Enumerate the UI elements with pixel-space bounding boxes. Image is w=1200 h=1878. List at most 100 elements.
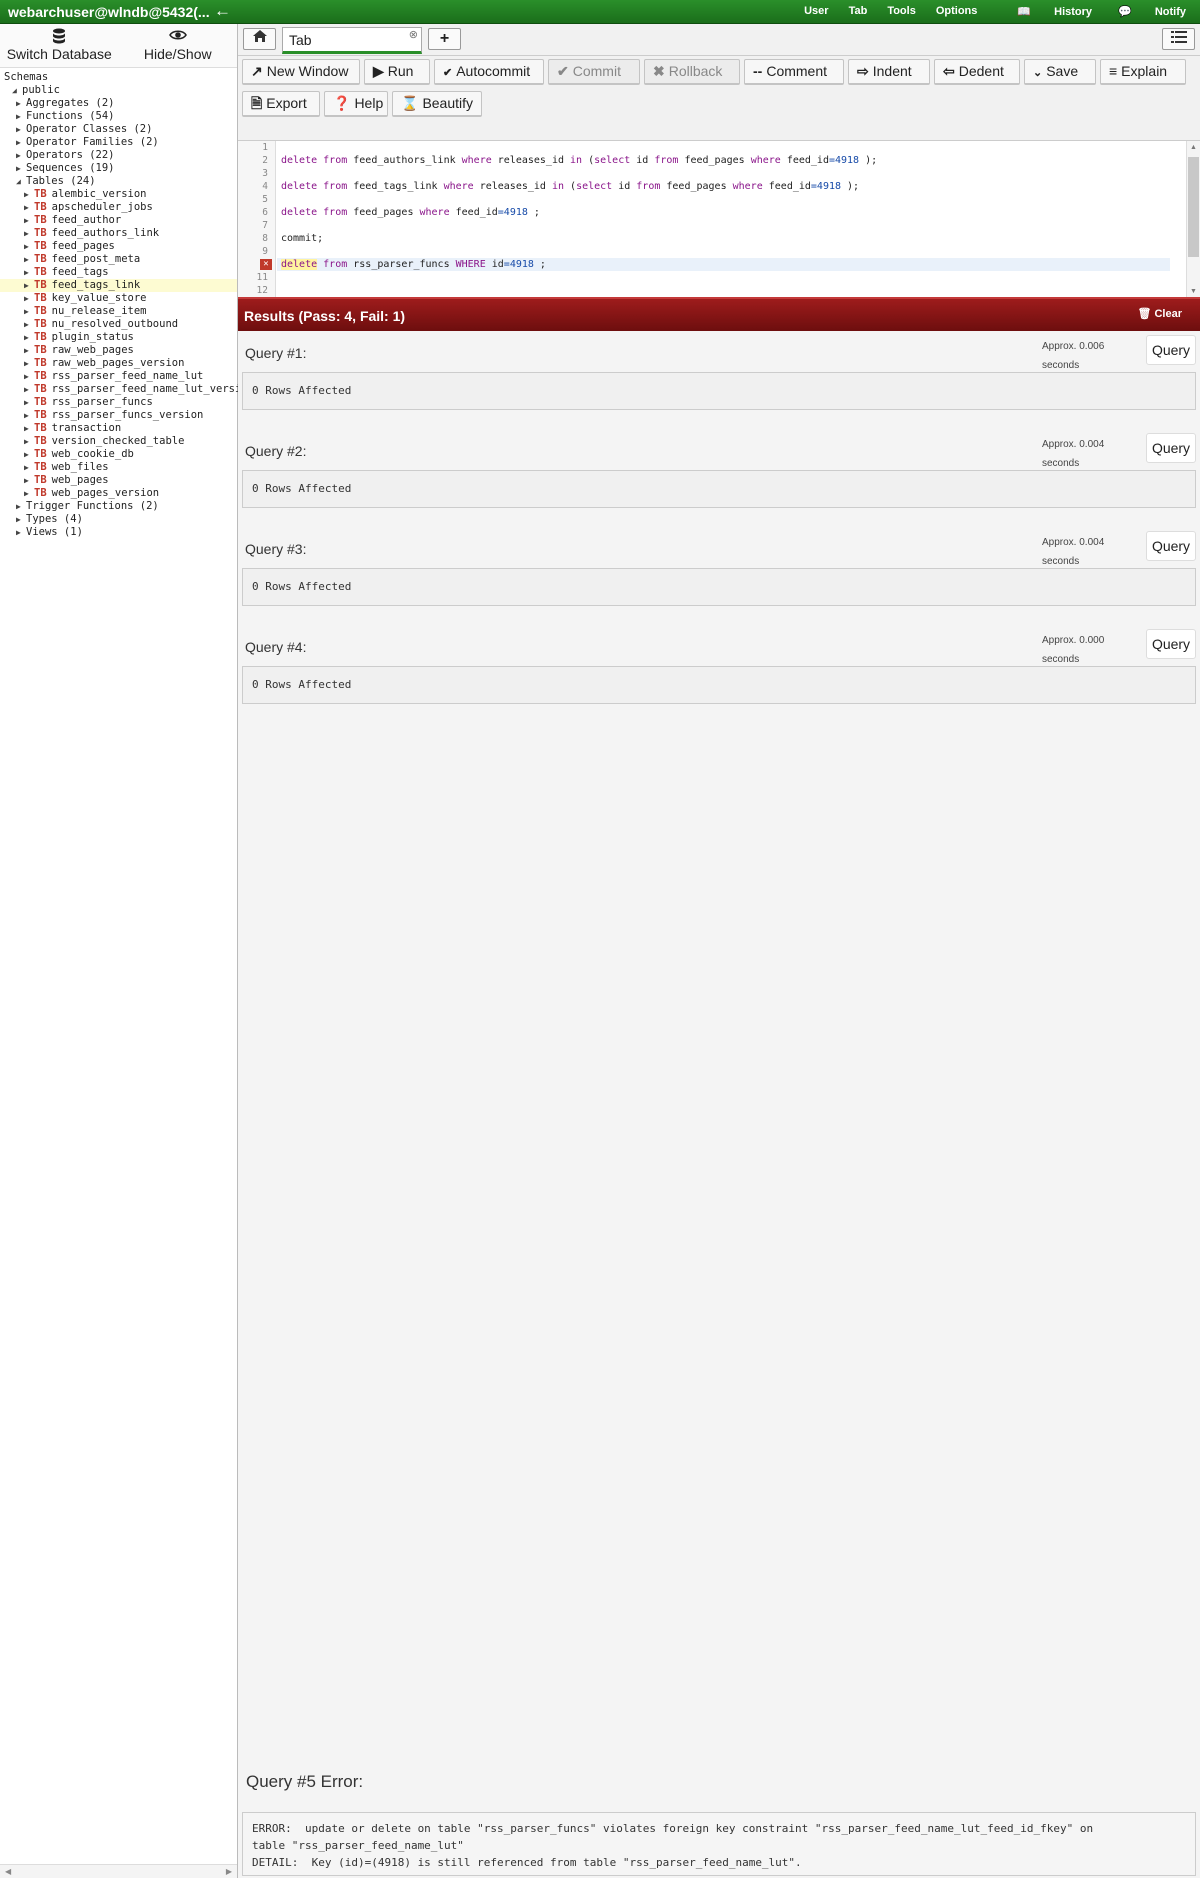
menu-options[interactable]: Options	[936, 5, 978, 18]
code-line[interactable]: delete from feed_pages where feed_id=491…	[281, 206, 1171, 219]
help-button[interactable]: ❓ Help	[324, 91, 388, 117]
table-node[interactable]: ▶ TB web_cookie_db	[0, 448, 237, 461]
tree-node[interactable]: Schemas	[0, 71, 237, 84]
table-node[interactable]: ▶ TB web_pages	[0, 474, 237, 487]
table-node[interactable]: ▶ TB transaction	[0, 422, 237, 435]
code-line[interactable]: commit;	[281, 232, 1171, 245]
tree-node[interactable]: ▶ Trigger Functions (2)	[0, 500, 237, 513]
menu-tools[interactable]: Tools	[887, 5, 916, 18]
new-window-button[interactable]: ↗ New Window	[242, 59, 360, 85]
code-area[interactable]: delete from feed_authors_link where rele…	[277, 141, 1171, 297]
collapsed-arrow-icon[interactable]: ▶	[24, 305, 34, 318]
show-query-button[interactable]: Query	[1146, 629, 1196, 659]
beautify-button[interactable]: ⌛ Beautify	[392, 91, 482, 117]
dedent-button[interactable]: ⇦ Dedent	[934, 59, 1020, 85]
hide-show-button[interactable]: Hide/Show	[119, 24, 238, 67]
collapsed-arrow-icon[interactable]: ▶	[24, 344, 34, 357]
tree-node[interactable]: ▶ Operators (22)	[0, 149, 237, 162]
sidebar-horizontal-scrollbar[interactable]: ◀ ▶	[0, 1864, 237, 1878]
table-node[interactable]: ▶ TB feed_post_meta	[0, 253, 237, 266]
tree-node[interactable]: ▶ Aggregates (2)	[0, 97, 237, 110]
expanded-arrow-icon[interactable]: ◢	[12, 84, 22, 97]
tab-query[interactable]: Tab ⊗	[282, 27, 422, 54]
table-node[interactable]: ▶ TB raw_web_pages_version	[0, 357, 237, 370]
collapsed-arrow-icon[interactable]: ▶	[16, 123, 26, 136]
save-button[interactable]: ⌄ Save	[1024, 59, 1096, 85]
rollback-button[interactable]: ✖ Rollback	[644, 59, 740, 85]
collapsed-arrow-icon[interactable]: ▶	[16, 162, 26, 175]
add-tab-button[interactable]: +	[428, 28, 461, 50]
menu-notify[interactable]: 💬 Notify	[1098, 5, 1186, 18]
error-marker-icon[interactable]: ✕	[260, 259, 272, 270]
collapsed-arrow-icon[interactable]: ▶	[24, 201, 34, 214]
code-line[interactable]	[281, 271, 1171, 284]
autocommit-button[interactable]: ✔ Autocommit	[434, 59, 544, 85]
table-node[interactable]: ▶ TB web_files	[0, 461, 237, 474]
comment-button[interactable]: -- Comment	[744, 59, 844, 85]
code-line[interactable]: delete from feed_authors_link where rele…	[281, 154, 1171, 167]
table-node[interactable]: ▶ TB apscheduler_jobs	[0, 201, 237, 214]
collapsed-arrow-icon[interactable]: ▶	[24, 279, 34, 292]
collapsed-arrow-icon[interactable]: ▶	[24, 214, 34, 227]
menu-user[interactable]: User	[804, 5, 828, 18]
table-node[interactable]: ▶ TB key_value_store	[0, 292, 237, 305]
code-line[interactable]	[281, 284, 1171, 297]
tree-node[interactable]: ▶ Sequences (19)	[0, 162, 237, 175]
scroll-down-icon[interactable]: ▼	[1190, 288, 1197, 295]
code-line[interactable]	[281, 245, 1171, 258]
tab-close-icon[interactable]: ⊗	[409, 28, 418, 41]
table-node[interactable]: ▶ TB rss_parser_funcs_version	[0, 409, 237, 422]
code-line[interactable]: delete from feed_tags_link where release…	[281, 180, 1171, 193]
collapsed-arrow-icon[interactable]: ▶	[24, 383, 34, 396]
tree-node[interactable]: ▶ Views (1)	[0, 526, 237, 539]
collapsed-arrow-icon[interactable]: ▶	[24, 331, 34, 344]
scrollbar-thumb[interactable]	[1188, 157, 1199, 257]
tab-list-button[interactable]	[1162, 28, 1195, 50]
show-query-button[interactable]: Query	[1146, 531, 1196, 561]
table-node[interactable]: ▶ TB feed_pages	[0, 240, 237, 253]
table-node[interactable]: ▶ TB nu_release_item	[0, 305, 237, 318]
scroll-left-icon[interactable]: ◀	[5, 1867, 11, 1876]
collapsed-arrow-icon[interactable]: ▶	[24, 227, 34, 240]
collapsed-arrow-icon[interactable]: ▶	[16, 110, 26, 123]
back-arrow-icon[interactable]: ←	[214, 2, 231, 20]
menu-history[interactable]: 📖 History	[997, 5, 1092, 18]
collapsed-arrow-icon[interactable]: ▶	[24, 461, 34, 474]
explain-button[interactable]: ≡ Explain	[1100, 59, 1186, 85]
indent-button[interactable]: ⇨ Indent	[848, 59, 930, 85]
collapsed-arrow-icon[interactable]: ▶	[24, 474, 34, 487]
collapsed-arrow-icon[interactable]: ▶	[24, 292, 34, 305]
table-node[interactable]: ▶ TB plugin_status	[0, 331, 237, 344]
table-node[interactable]: ▶ TB feed_tags	[0, 266, 237, 279]
clear-button[interactable]: 🗑 Clear	[1137, 307, 1182, 320]
collapsed-arrow-icon[interactable]: ▶	[24, 266, 34, 279]
switch-database-button[interactable]: Switch Database	[0, 24, 119, 67]
show-query-button[interactable]: Query	[1146, 433, 1196, 463]
table-node[interactable]: ▶ TB web_pages_version	[0, 487, 237, 500]
expanded-arrow-icon[interactable]: ◢	[16, 175, 26, 188]
collapsed-arrow-icon[interactable]: ▶	[24, 396, 34, 409]
export-button[interactable]: 🗎 Export	[242, 91, 320, 117]
run-button[interactable]: ▶ Run	[364, 59, 430, 85]
tree-node[interactable]: ◢ public	[0, 84, 237, 97]
collapsed-arrow-icon[interactable]: ▶	[24, 318, 34, 331]
table-node[interactable]: ▶ TB raw_web_pages	[0, 344, 237, 357]
collapsed-arrow-icon[interactable]: ▶	[24, 253, 34, 266]
collapsed-arrow-icon[interactable]: ▶	[16, 513, 26, 526]
collapsed-arrow-icon[interactable]: ▶	[24, 357, 34, 370]
collapsed-arrow-icon[interactable]: ▶	[24, 487, 34, 500]
table-node[interactable]: ▶ TB nu_resolved_outbound	[0, 318, 237, 331]
scroll-right-icon[interactable]: ▶	[226, 1867, 232, 1876]
table-node[interactable]: ▶ TB rss_parser_funcs	[0, 396, 237, 409]
collapsed-arrow-icon[interactable]: ▶	[24, 370, 34, 383]
tree-node[interactable]: ▶ Operator Families (2)	[0, 136, 237, 149]
collapsed-arrow-icon[interactable]: ▶	[16, 97, 26, 110]
code-line[interactable]	[281, 141, 1171, 154]
menu-tab[interactable]: Tab	[849, 5, 868, 18]
collapsed-arrow-icon[interactable]: ▶	[24, 188, 34, 201]
collapsed-arrow-icon[interactable]: ▶	[24, 435, 34, 448]
tree-node[interactable]: ◢ Tables (24)	[0, 175, 237, 188]
commit-button[interactable]: ✔ Commit	[548, 59, 640, 85]
collapsed-arrow-icon[interactable]: ▶	[16, 500, 26, 513]
sql-editor[interactable]: 12345678910✕1112 delete from feed_author…	[238, 140, 1200, 298]
